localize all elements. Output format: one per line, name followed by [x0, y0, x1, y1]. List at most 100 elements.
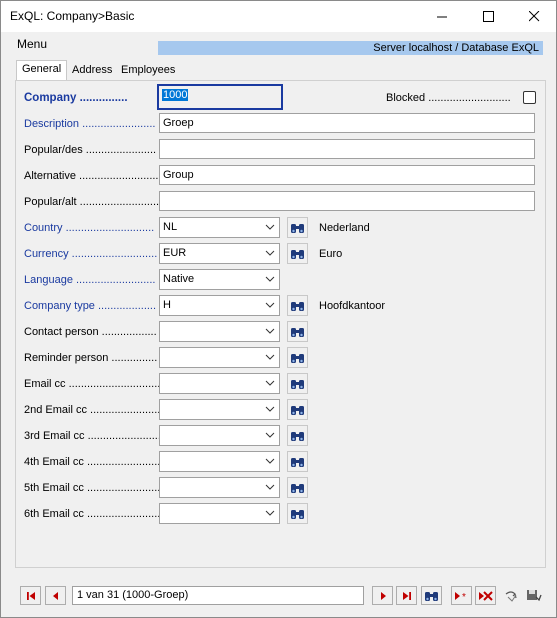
maximize-button[interactable] — [465, 1, 511, 32]
company-type-value: H — [163, 299, 171, 311]
email-cc-label: Email cc .............................. — [24, 378, 161, 390]
reminder-person-lookup-button[interactable] — [287, 347, 308, 368]
email-cc-lookup-button[interactable] — [287, 373, 308, 394]
email-cc-3-label: 3rd Email cc ........................ — [24, 430, 161, 442]
chevron-down-icon — [265, 328, 275, 334]
title-bar: ExQL: Company>Basic — [1, 1, 556, 32]
search-records-button[interactable] — [421, 586, 442, 605]
first-record-button[interactable] — [20, 586, 41, 605]
company-label: Company ............... — [24, 92, 128, 104]
chevron-down-icon — [265, 224, 275, 230]
contact-person-label: Contact person .................. — [24, 326, 157, 338]
chevron-down-icon — [265, 484, 275, 490]
email-cc-select[interactable] — [159, 373, 280, 394]
contact-person-lookup-button[interactable] — [287, 321, 308, 342]
chevron-down-icon — [265, 380, 275, 386]
window-title: ExQL: Company>Basic — [10, 9, 135, 23]
email-cc-5-lookup-button[interactable] — [287, 477, 308, 498]
email-cc-5-select[interactable] — [159, 477, 280, 498]
menu-button[interactable]: Menu — [17, 37, 47, 51]
last-record-button[interactable] — [396, 586, 417, 605]
email-cc-3-select[interactable] — [159, 425, 280, 446]
email-cc-6-select[interactable] — [159, 503, 280, 524]
chevron-down-icon — [265, 458, 275, 464]
binoculars-icon — [291, 431, 304, 441]
currency-lookup-button[interactable] — [287, 243, 308, 264]
new-record-button[interactable]: * — [451, 586, 472, 605]
new-record-icon: * — [454, 591, 466, 601]
email-cc-5-label: 5th Email cc ........................ — [24, 482, 161, 494]
undo-button[interactable] — [500, 586, 521, 605]
company-field[interactable]: 1000 — [157, 84, 283, 110]
save-button[interactable] — [523, 586, 544, 605]
binoculars-icon — [291, 509, 304, 519]
language-select[interactable]: Native — [159, 269, 280, 290]
binoculars-icon — [291, 353, 304, 363]
first-record-icon — [26, 591, 35, 600]
minimize-button[interactable] — [419, 1, 465, 32]
description-label: Description ........................ — [24, 118, 156, 130]
reminder-person-select[interactable] — [159, 347, 280, 368]
email-cc-3-lookup-button[interactable] — [287, 425, 308, 446]
chevron-down-icon — [265, 354, 275, 360]
popular-alt-label: Popular/alt ........................... — [24, 196, 163, 208]
currency-value: EUR — [163, 247, 187, 259]
chevron-down-icon — [265, 510, 275, 516]
email-cc-2-label: 2nd Email cc ....................... — [24, 404, 161, 416]
currency-description: Euro — [319, 248, 343, 260]
currency-label: Currency ............................ — [24, 248, 158, 260]
binoculars-icon — [291, 405, 304, 415]
email-cc-2-lookup-button[interactable] — [287, 399, 308, 420]
alternative-field[interactable]: Group — [159, 165, 535, 185]
blocked-checkbox[interactable] — [523, 91, 536, 104]
language-value: Native — [163, 273, 195, 285]
previous-icon — [52, 591, 58, 600]
popular-des-field[interactable] — [159, 139, 535, 159]
country-description: Nederland — [319, 222, 370, 234]
chevron-down-icon — [265, 432, 275, 438]
delete-record-button[interactable] — [475, 586, 496, 605]
binoculars-icon — [291, 483, 304, 493]
close-button[interactable] — [511, 1, 557, 32]
country-value: NL — [163, 221, 178, 233]
server-info: Server localhost / Database ExQL — [158, 41, 543, 55]
email-cc-4-lookup-button[interactable] — [287, 451, 308, 472]
email-cc-4-select[interactable] — [159, 451, 280, 472]
popular-alt-field[interactable] — [159, 191, 535, 211]
country-select[interactable]: NL — [159, 217, 280, 238]
binoculars-icon — [291, 457, 304, 467]
app-window: ExQL: Company>Basic Menu Server localhos… — [0, 0, 557, 618]
close-icon — [528, 11, 539, 22]
country-lookup-button[interactable] — [287, 217, 308, 238]
email-cc-4-label: 4th Email cc ........................ — [24, 456, 161, 468]
chevron-down-icon — [265, 276, 275, 282]
record-indicator: 1 van 31 (1000-Groep) — [72, 586, 364, 605]
binoculars-icon — [425, 591, 438, 601]
next-icon — [380, 591, 386, 600]
tab-employees[interactable]: Employees — [115, 61, 181, 80]
chevron-down-icon — [265, 250, 275, 256]
reminder-person-label: Reminder person ............... — [24, 352, 158, 364]
email-cc-6-lookup-button[interactable] — [287, 503, 308, 524]
previous-record-button[interactable] — [45, 586, 66, 605]
last-record-icon — [402, 591, 411, 600]
chevron-down-icon — [265, 302, 275, 308]
minimize-icon — [436, 16, 447, 18]
popular-des-label: Popular/des ....................... — [24, 144, 157, 156]
language-label: Language .......................... — [24, 274, 156, 286]
contact-person-select[interactable] — [159, 321, 280, 342]
tab-address[interactable]: Address — [66, 61, 118, 80]
company-type-lookup-button[interactable] — [287, 295, 308, 316]
description-field[interactable]: Groep — [159, 113, 535, 133]
delete-record-icon — [478, 590, 493, 601]
currency-select[interactable]: EUR — [159, 243, 280, 264]
binoculars-icon — [291, 223, 304, 233]
binoculars-icon — [291, 301, 304, 311]
company-type-select[interactable]: H — [159, 295, 280, 316]
next-record-button[interactable] — [372, 586, 393, 605]
company-type-label: Company type ................... — [24, 300, 157, 312]
tab-general[interactable]: General — [16, 60, 68, 80]
binoculars-icon — [291, 327, 304, 337]
email-cc-2-select[interactable] — [159, 399, 280, 420]
chevron-down-icon — [265, 406, 275, 412]
